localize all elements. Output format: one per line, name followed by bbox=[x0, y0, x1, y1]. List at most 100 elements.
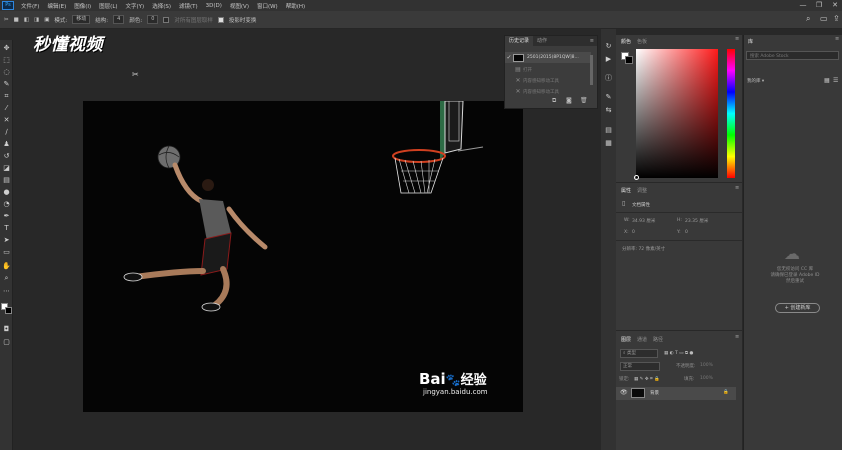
image-canvas[interactable]: Bai🐾经验 jingyan.baidu.com bbox=[83, 101, 523, 412]
visibility-eye-icon[interactable]: 👁 bbox=[620, 389, 628, 396]
quick-mask-icon[interactable]: ◘ bbox=[2, 325, 11, 334]
tab-paths[interactable]: 路径 bbox=[650, 336, 666, 343]
layer-filter-select[interactable]: ⌕ 类型 bbox=[620, 349, 658, 358]
color-field[interactable] bbox=[636, 49, 718, 178]
menu-select[interactable]: 选择(S) bbox=[148, 2, 175, 10]
color-panel-menu-icon[interactable]: ≡ bbox=[735, 36, 739, 42]
more-tools-icon[interactable]: ⋯ bbox=[2, 287, 11, 296]
tab-actions[interactable]: 动作 bbox=[533, 36, 551, 46]
menu-filter[interactable]: 滤镜(T) bbox=[175, 2, 202, 10]
tab-swatches[interactable]: 色板 bbox=[634, 38, 650, 45]
menu-file[interactable]: 文件(F) bbox=[17, 2, 43, 10]
menu-image[interactable]: 图像(I) bbox=[70, 2, 95, 10]
hue-slider[interactable] bbox=[727, 49, 735, 178]
tab-libraries[interactable]: 库 bbox=[745, 38, 756, 45]
tab-channels[interactable]: 通道 bbox=[634, 336, 650, 343]
layers-menu-icon[interactable]: ≡ bbox=[735, 334, 739, 340]
selection-add-icon[interactable]: ◧ bbox=[24, 17, 29, 23]
tab-layers[interactable]: 图层 bbox=[618, 336, 634, 343]
dodge-tool-icon[interactable]: ◔ bbox=[2, 200, 11, 209]
tab-history[interactable]: 历史记录 bbox=[505, 36, 534, 46]
gradient-tool-icon[interactable]: ▤ bbox=[2, 176, 11, 185]
stamp-tool-icon[interactable]: ♟ bbox=[2, 140, 11, 149]
search-icon[interactable]: ⌕ bbox=[806, 14, 810, 24]
tab-properties[interactable]: 属性 bbox=[618, 187, 634, 194]
background-swatch[interactable] bbox=[625, 56, 633, 64]
brush-dock-icon[interactable]: ✎ bbox=[604, 93, 613, 102]
lasso-tool-icon[interactable]: ◌ bbox=[2, 68, 11, 77]
opacity-value[interactable]: 100% bbox=[700, 363, 713, 368]
create-library-button[interactable]: + 创建新库 bbox=[775, 303, 820, 313]
library-dropdown[interactable]: 我的库 ▾ bbox=[747, 78, 764, 84]
lock-icons[interactable]: ▦ ✎ ✥ ⌗ 🔒 bbox=[634, 376, 660, 382]
paragraph-dock-icon[interactable]: ▤ bbox=[604, 126, 613, 135]
mode-select[interactable]: 移动 bbox=[72, 15, 91, 24]
fill-value[interactable]: 100% bbox=[700, 376, 713, 381]
libraries-search-input[interactable]: 搜索 Adobe Stock bbox=[746, 51, 839, 60]
character-dock-icon[interactable]: ▦ bbox=[604, 139, 613, 148]
history-scrollbar[interactable] bbox=[590, 55, 593, 85]
blend-mode-select[interactable]: 正常 bbox=[620, 362, 660, 371]
adjust-dock-icon[interactable]: ⇆ bbox=[604, 106, 613, 115]
zoom-tool-icon[interactable]: ⌕ bbox=[2, 274, 11, 283]
menu-window[interactable]: 窗口(W) bbox=[253, 2, 282, 10]
transform-on-drop-checkbox[interactable] bbox=[217, 16, 224, 23]
blur-tool-icon[interactable]: ● bbox=[2, 188, 11, 197]
color-input[interactable]: 0 bbox=[147, 15, 159, 24]
eraser-tool-icon[interactable]: ◪ bbox=[2, 164, 11, 173]
close-button[interactable]: ✕ bbox=[829, 1, 841, 10]
width-value[interactable]: 34.93 厘米 bbox=[632, 218, 655, 224]
pen-tool-icon[interactable]: ✒ bbox=[2, 212, 11, 221]
screen-mode-icon[interactable]: ▢ bbox=[2, 338, 11, 347]
actions-dock-icon[interactable]: ▶ bbox=[604, 55, 613, 64]
background-color-swatch[interactable] bbox=[5, 307, 12, 314]
eyedropper-tool-icon[interactable]: ⁄ bbox=[2, 104, 11, 113]
history-dock-icon[interactable]: ↻ bbox=[604, 42, 613, 51]
tab-color[interactable]: 颜色 bbox=[618, 38, 634, 45]
menu-view[interactable]: 视图(V) bbox=[226, 2, 253, 10]
history-brush-icon[interactable]: ↺ bbox=[2, 152, 11, 161]
trash-icon[interactable]: 🗑 bbox=[580, 97, 588, 104]
hand-tool-icon[interactable]: ✋ bbox=[2, 262, 11, 271]
shape-tool-icon[interactable]: ▭ bbox=[2, 248, 11, 257]
history-item-open[interactable]: ▤ 打开 bbox=[505, 64, 591, 75]
x-value[interactable]: 0 bbox=[632, 230, 635, 235]
libraries-menu-icon[interactable]: ≡ bbox=[835, 36, 839, 42]
quick-select-tool-icon[interactable]: ✎ bbox=[2, 80, 11, 89]
menu-3d[interactable]: 3D(D) bbox=[202, 3, 226, 9]
content-aware-move-tool-icon[interactable]: ✂ bbox=[4, 17, 9, 23]
height-value[interactable]: 23.35 厘米 bbox=[685, 218, 708, 224]
selection-subtract-icon[interactable]: ◨ bbox=[34, 17, 39, 23]
workspace-icon[interactable]: ▭ bbox=[820, 14, 828, 23]
type-tool-icon[interactable]: T bbox=[2, 224, 11, 233]
list-view-icon[interactable]: ☰ bbox=[833, 77, 838, 84]
history-item-move-2[interactable]: ✕ 内容感知移动工具 bbox=[505, 86, 591, 97]
content-aware-move-icon[interactable]: ✕ bbox=[2, 116, 11, 125]
camera-icon[interactable]: ◙ bbox=[566, 97, 572, 104]
history-item-move-1[interactable]: ✕ 内容感知移动工具 bbox=[505, 75, 591, 86]
sample-all-checkbox[interactable] bbox=[163, 16, 170, 23]
menu-help[interactable]: 帮助(H) bbox=[282, 2, 309, 10]
selection-new-icon[interactable]: ■ bbox=[14, 17, 19, 23]
menu-type[interactable]: 文字(Y) bbox=[122, 2, 149, 10]
path-select-tool-icon[interactable]: ➤ bbox=[2, 236, 11, 245]
share-icon[interactable]: ⇪ bbox=[833, 14, 840, 23]
brush-tool-icon[interactable]: ∕ bbox=[2, 128, 11, 137]
grid-view-icon[interactable]: ▦ bbox=[824, 77, 830, 84]
info-dock-icon[interactable]: ⓘ bbox=[604, 74, 613, 83]
new-document-icon[interactable]: ⧉ bbox=[552, 97, 556, 105]
move-tool-icon[interactable]: ✥ bbox=[2, 44, 11, 53]
restore-button[interactable]: ❐ bbox=[813, 1, 825, 10]
minimize-button[interactable]: — bbox=[797, 1, 809, 10]
y-value[interactable]: 0 bbox=[685, 230, 688, 235]
history-snapshot[interactable]: ✓ 2501(2015)8P1QW]8... bbox=[505, 52, 591, 63]
filter-icons[interactable]: ▦ ◐ T ▭ ⧉ ● bbox=[664, 350, 693, 356]
layer-name[interactable]: 背景 bbox=[650, 390, 659, 396]
crop-tool-icon[interactable]: ⌗ bbox=[2, 92, 11, 101]
tab-adjustments[interactable]: 调整 bbox=[634, 187, 650, 194]
panel-menu-icon[interactable]: ≡ bbox=[590, 38, 597, 44]
marquee-tool-icon[interactable]: ⬚ bbox=[2, 56, 11, 65]
structure-input[interactable]: 4 bbox=[113, 15, 125, 24]
properties-menu-icon[interactable]: ≡ bbox=[735, 185, 739, 191]
color-picker-handle[interactable] bbox=[634, 175, 639, 180]
